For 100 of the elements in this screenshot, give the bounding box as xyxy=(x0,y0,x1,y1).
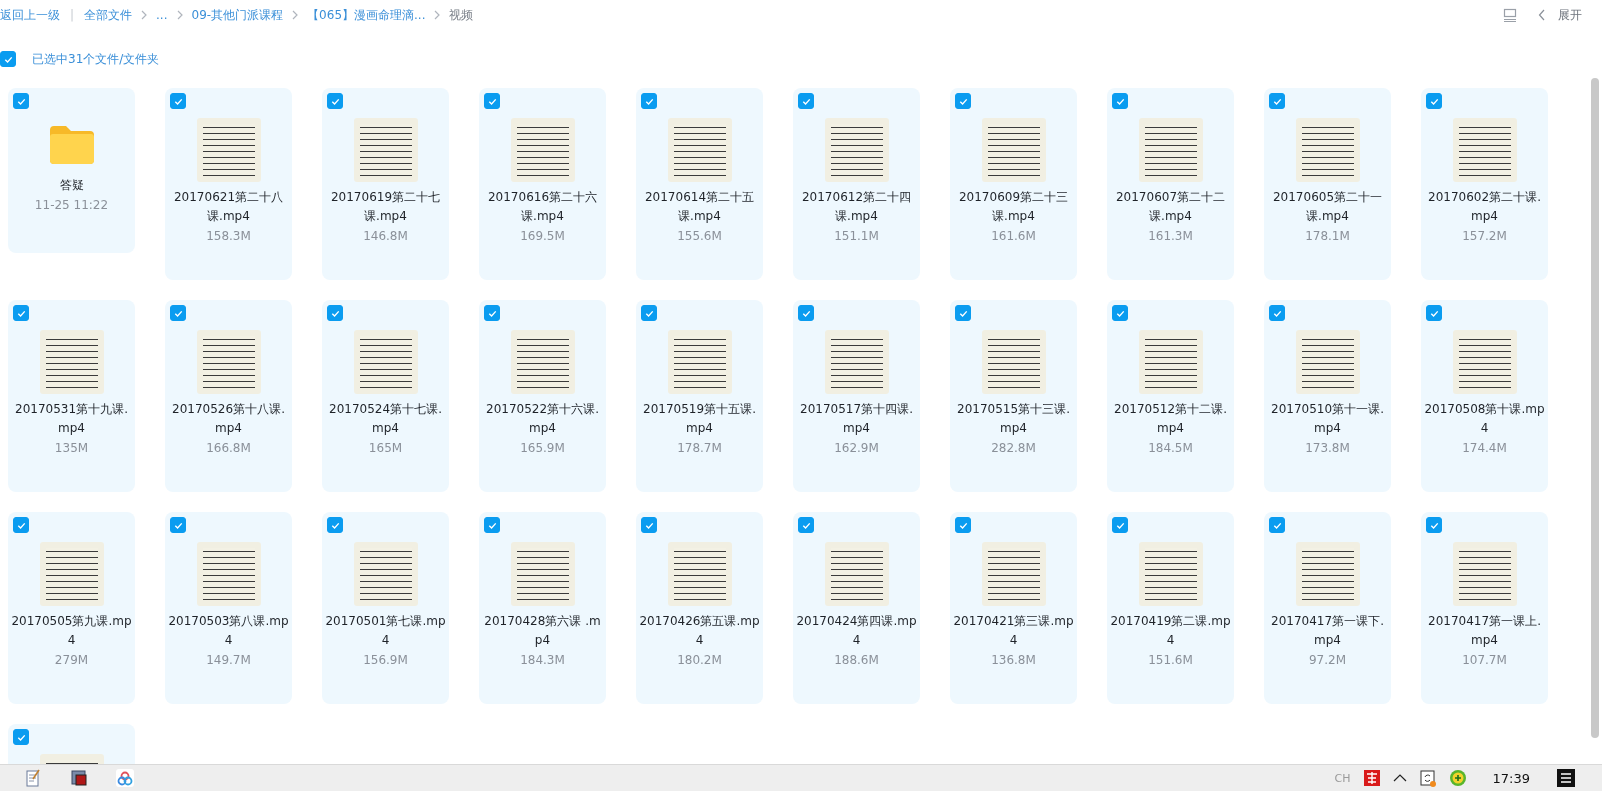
file-size: 158.3M xyxy=(206,228,251,245)
item-checkbox[interactable] xyxy=(170,93,186,109)
file-card[interactable]: 20170505第九课.mp4 279M xyxy=(8,512,135,704)
breadcrumb-item[interactable]: 【065】漫画命理滴... xyxy=(307,6,426,24)
file-size: 178.7M xyxy=(677,440,722,457)
item-checkbox[interactable] xyxy=(641,517,657,533)
video-thumbnail xyxy=(353,118,418,182)
item-checkbox[interactable] xyxy=(1426,517,1442,533)
item-checkbox[interactable] xyxy=(955,93,971,109)
file-name: 20170515第十三课.mp4 xyxy=(956,401,1071,437)
item-checkbox[interactable] xyxy=(13,729,29,745)
file-card[interactable]: 20170510第十一课.mp4 173.8M xyxy=(1264,300,1391,492)
input-method-icon[interactable] xyxy=(1362,769,1381,787)
file-size: 174.4M xyxy=(1462,440,1507,457)
file-card[interactable]: 20170524第十七课.mp4 165M xyxy=(322,300,449,492)
file-card[interactable]: 20170512第十二课.mp4 184.5M xyxy=(1107,300,1234,492)
file-card[interactable]: 20170501第七课.mp4 156.9M xyxy=(322,512,449,704)
file-card[interactable]: 20170517第十四课.mp4 162.9M xyxy=(793,300,920,492)
item-checkbox[interactable] xyxy=(327,517,343,533)
file-size: 136.8M xyxy=(991,652,1036,669)
file-card[interactable]: 20170424第四课.mp4 188.6M xyxy=(793,512,920,704)
file-size: 157.2M xyxy=(1462,228,1507,245)
back-link[interactable]: 返回上一级 xyxy=(0,6,60,24)
plus-circle-icon[interactable] xyxy=(1448,769,1467,787)
file-size: 184.3M xyxy=(520,652,565,669)
file-name: 20170426第五课.mp4 xyxy=(638,613,761,649)
item-checkbox[interactable] xyxy=(13,305,29,321)
file-card[interactable]: 20170526第十八课.mp4 166.8M xyxy=(165,300,292,492)
expand-button[interactable]: 展开 xyxy=(1538,6,1582,24)
file-card[interactable]: 答疑 11-25 11:22 xyxy=(8,88,135,253)
caret-up-icon[interactable] xyxy=(1392,773,1407,783)
window-icon[interactable] xyxy=(70,769,88,787)
item-checkbox[interactable] xyxy=(955,517,971,533)
breadcrumb-item[interactable]: ... xyxy=(156,8,168,22)
item-checkbox[interactable] xyxy=(955,305,971,321)
item-checkbox[interactable] xyxy=(13,517,29,533)
file-card[interactable]: 20170531第十九课.mp4 135M xyxy=(8,300,135,492)
item-checkbox[interactable] xyxy=(13,93,29,109)
item-checkbox[interactable] xyxy=(170,517,186,533)
scrollbar-thumb[interactable] xyxy=(1591,78,1599,738)
breadcrumb-item[interactable]: 全部文件 xyxy=(84,6,133,24)
file-name: 20170421第三课.mp4 xyxy=(952,613,1075,649)
file-card[interactable]: 20170515第十三课.mp4 282.8M xyxy=(950,300,1077,492)
app-icon[interactable] xyxy=(116,769,134,787)
file-card[interactable]: 20170605第二十一课.mp4 178.1M xyxy=(1264,88,1391,280)
file-name: 20170612第二十四课.mp4 xyxy=(800,189,913,225)
item-checkbox[interactable] xyxy=(1112,93,1128,109)
video-thumbnail xyxy=(1138,330,1203,394)
item-checkbox[interactable] xyxy=(327,93,343,109)
item-checkbox[interactable] xyxy=(641,93,657,109)
file-card[interactable]: 20170619第二十七课.mp4 146.8M xyxy=(322,88,449,280)
file-size: 279M xyxy=(54,652,89,669)
file-card[interactable]: 20170612第二十四课.mp4 151.1M xyxy=(793,88,920,280)
notification-icon[interactable] xyxy=(1556,768,1576,788)
file-card[interactable]: 20170508第十课.mp4 174.4M xyxy=(1421,300,1548,492)
file-size: 135M xyxy=(54,440,89,457)
item-checkbox[interactable] xyxy=(1112,305,1128,321)
file-card[interactable]: 20170426第五课.mp4 180.2M xyxy=(636,512,763,704)
file-card[interactable]: 20170519第十五课.mp4 178.7M xyxy=(636,300,763,492)
breadcrumb-item: 视频 xyxy=(449,6,474,24)
file-card[interactable]: 20170417第一课上.mp4 107.7M xyxy=(1421,512,1548,704)
file-card[interactable]: 20170621第二十八课.mp4 158.3M xyxy=(165,88,292,280)
file-card[interactable]: 20170522第十六课.mp4 165.9M xyxy=(479,300,606,492)
file-card[interactable]: 20170503第八课.mp4 149.7M xyxy=(165,512,292,704)
file-card[interactable]: 20170614第二十五课.mp4 155.6M xyxy=(636,88,763,280)
file-card[interactable]: 20170609第二十三课.mp4 161.6M xyxy=(950,88,1077,280)
item-checkbox[interactable] xyxy=(1269,305,1285,321)
file-card[interactable]: 20170419第二课.mp4 151.6M xyxy=(1107,512,1234,704)
item-checkbox[interactable] xyxy=(484,93,500,109)
item-checkbox[interactable] xyxy=(1269,517,1285,533)
file-name: 20170531第十九课.mp4 xyxy=(14,401,129,437)
item-checkbox[interactable] xyxy=(484,517,500,533)
file-card[interactable]: 20170421第三课.mp4 136.8M xyxy=(950,512,1077,704)
item-checkbox[interactable] xyxy=(170,305,186,321)
file-card[interactable]: 20170428第六课 .mp4 184.3M xyxy=(479,512,606,704)
item-checkbox[interactable] xyxy=(641,305,657,321)
file-size: 156.9M xyxy=(363,652,408,669)
item-checkbox[interactable] xyxy=(798,517,814,533)
item-checkbox[interactable] xyxy=(1426,305,1442,321)
file-name: 20170501第七课.mp4 xyxy=(324,613,447,649)
item-checkbox[interactable] xyxy=(1426,93,1442,109)
item-checkbox[interactable] xyxy=(798,93,814,109)
notepad-icon[interactable] xyxy=(24,769,42,787)
file-name: 20170526第十八课.mp4 xyxy=(171,401,286,437)
file-card[interactable]: 20170616第二十六课.mp4 169.5M xyxy=(479,88,606,280)
item-checkbox[interactable] xyxy=(1112,517,1128,533)
layout-icon[interactable] xyxy=(1502,7,1518,23)
item-checkbox[interactable] xyxy=(484,305,500,321)
item-checkbox[interactable] xyxy=(798,305,814,321)
video-thumbnail xyxy=(1295,118,1360,182)
video-thumbnail xyxy=(39,542,104,606)
select-all-checkbox[interactable] xyxy=(0,51,16,67)
breadcrumb-item[interactable]: 09-其他门派课程 xyxy=(191,6,284,24)
sync-icon[interactable] xyxy=(1418,769,1437,787)
item-checkbox[interactable] xyxy=(1269,93,1285,109)
file-card[interactable]: 20170417第一课下.mp4 97.2M xyxy=(1264,512,1391,704)
file-card[interactable]: 20170602第二十课.mp4 157.2M xyxy=(1421,88,1548,280)
file-size: 165.9M xyxy=(520,440,565,457)
item-checkbox[interactable] xyxy=(327,305,343,321)
file-card[interactable]: 20170607第二十二课.mp4 161.3M xyxy=(1107,88,1234,280)
